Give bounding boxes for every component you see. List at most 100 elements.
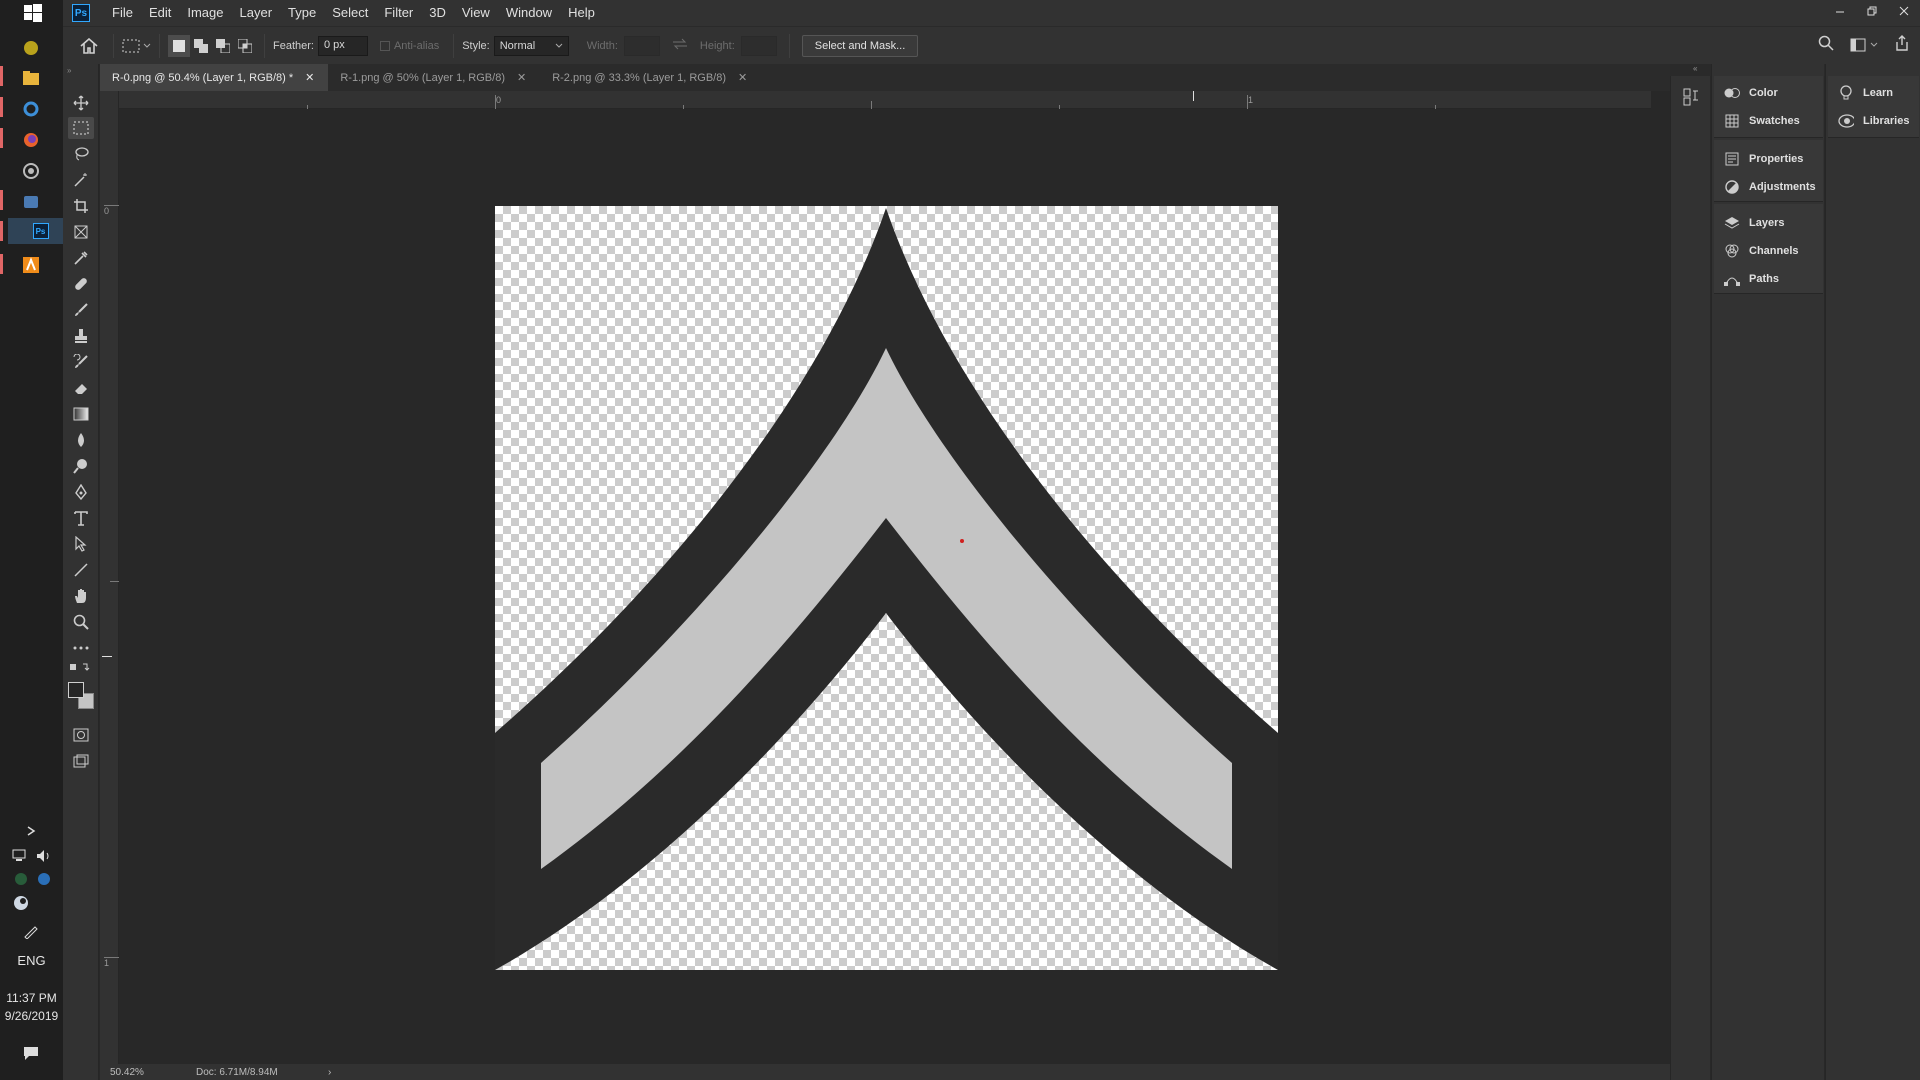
steam-icon[interactable] [8, 890, 34, 916]
panel-properties[interactable]: Properties [1724, 148, 1803, 170]
document-canvas[interactable] [495, 206, 1278, 970]
search-icon[interactable] [1818, 35, 1834, 54]
learn-libraries-column: Learn Libraries [1825, 64, 1920, 1080]
tab-r2[interactable]: R-2.png @ 33.3% (Layer 1, RGB/8) ✕ [540, 64, 762, 91]
panel-layers[interactable]: Layers [1724, 212, 1784, 234]
notification-icon[interactable] [18, 1040, 44, 1066]
line-tool-icon[interactable] [68, 559, 94, 581]
close-icon[interactable]: ✕ [305, 71, 314, 84]
zoom-tool-icon[interactable] [68, 611, 94, 633]
language-indicator[interactable]: ENG [0, 953, 63, 968]
menu-layer[interactable]: Layer [232, 0, 281, 26]
messenger-icon[interactable] [18, 189, 44, 215]
tray-blue-icon[interactable] [31, 866, 57, 892]
tab-r1[interactable]: R-1.png @ 50% (Layer 1, RGB/8) ✕ [328, 64, 541, 91]
style-select[interactable]: Normal [493, 35, 569, 56]
width-input[interactable] [623, 35, 660, 56]
app-icon-yellow[interactable] [18, 35, 44, 61]
illustrator-icon[interactable] [18, 252, 44, 278]
menu-image[interactable]: Image [179, 0, 231, 26]
intersect-selection-icon[interactable] [234, 35, 256, 57]
collapse-panels-icon[interactable]: « [1693, 64, 1697, 73]
close-window-button[interactable] [1888, 0, 1920, 22]
file-explorer-icon[interactable] [18, 65, 44, 91]
height-input[interactable] [740, 35, 777, 56]
quick-mask-icon[interactable] [68, 724, 94, 746]
tool-preset-picker[interactable] [122, 39, 151, 53]
hand-tool-icon[interactable] [68, 585, 94, 607]
chevron-up-icon[interactable] [18, 818, 44, 844]
move-tool-icon[interactable] [68, 92, 94, 114]
menu-window[interactable]: Window [498, 0, 560, 26]
home-icon[interactable] [73, 37, 105, 54]
sync-app-icon[interactable] [18, 96, 44, 122]
rectangular-marquee-tool-icon[interactable] [68, 117, 94, 139]
panel-libraries[interactable]: Libraries [1838, 110, 1909, 132]
more-tools-icon[interactable] [68, 637, 94, 659]
history-brush-tool-icon[interactable] [68, 351, 94, 373]
menu-view[interactable]: View [454, 0, 498, 26]
swap-colors-icon[interactable] [68, 660, 94, 676]
restore-button[interactable] [1856, 0, 1888, 22]
panel-paths[interactable]: Paths [1724, 268, 1779, 290]
panel-channels[interactable]: Channels [1724, 240, 1799, 262]
firefox-icon[interactable] [18, 127, 44, 153]
horizontal-ruler[interactable]: 0 1 [119, 91, 1651, 109]
windows-start-icon[interactable] [20, 0, 46, 26]
pen-icon[interactable] [18, 918, 44, 944]
panel-swatches[interactable]: Swatches [1724, 110, 1800, 132]
foreground-color-swatch[interactable] [68, 682, 84, 698]
zoom-level[interactable]: 50.42% [110, 1067, 196, 1078]
pen-tool-icon[interactable] [68, 481, 94, 503]
gradient-tool-icon[interactable] [68, 403, 94, 425]
panel-learn[interactable]: Learn [1838, 82, 1893, 104]
chevron-right-icon[interactable]: › [328, 1067, 331, 1078]
photoshop-taskbar-icon[interactable]: Ps [8, 218, 63, 244]
history-panel-icon[interactable] [1683, 88, 1699, 111]
clock-time[interactable]: 11:37 PM [0, 991, 63, 1005]
eyedropper-tool-icon[interactable] [68, 247, 94, 269]
type-tool-icon[interactable] [68, 507, 94, 529]
brush-tool-icon[interactable] [68, 299, 94, 321]
eraser-tool-icon[interactable] [68, 377, 94, 399]
new-selection-icon[interactable] [168, 34, 190, 57]
path-selection-tool-icon[interactable] [68, 533, 94, 555]
menu-help[interactable]: Help [560, 0, 603, 26]
share-icon[interactable] [1894, 35, 1910, 54]
blur-tool-icon[interactable] [68, 429, 94, 451]
canvas-area[interactable] [119, 109, 1651, 1064]
menu-filter[interactable]: Filter [376, 0, 421, 26]
antialias-checkbox[interactable]: Anti-alias [379, 40, 445, 52]
clock-date[interactable]: 9/26/2019 [0, 1009, 63, 1023]
close-icon[interactable]: ✕ [517, 71, 526, 84]
chrome-icon[interactable] [18, 158, 44, 184]
swap-dimensions-icon[interactable] [672, 38, 688, 53]
lasso-tool-icon[interactable] [68, 143, 94, 165]
feather-input[interactable]: 0 px [317, 35, 368, 56]
vertical-ruler[interactable]: 0 1 [100, 91, 119, 1064]
clone-stamp-tool-icon[interactable] [68, 325, 94, 347]
menu-3d[interactable]: 3D [421, 0, 454, 26]
workspace-icon[interactable] [1850, 38, 1878, 52]
menu-select[interactable]: Select [324, 0, 376, 26]
panel-dock-strip [1670, 64, 1710, 1080]
collapse-toolbar-icon[interactable]: » [67, 66, 71, 75]
screen-mode-icon[interactable] [68, 750, 94, 772]
select-and-mask-button[interactable]: Select and Mask... [801, 34, 919, 57]
panel-adjustments[interactable]: Adjustments [1724, 176, 1816, 198]
frame-tool-icon[interactable] [68, 221, 94, 243]
subtract-from-selection-icon[interactable] [212, 35, 234, 57]
panel-color[interactable]: Color [1724, 82, 1778, 104]
healing-brush-tool-icon[interactable] [68, 273, 94, 295]
minimize-button[interactable] [1824, 0, 1856, 22]
crop-tool-icon[interactable] [68, 195, 94, 217]
dodge-tool-icon[interactable] [68, 455, 94, 477]
menu-file[interactable]: File [104, 0, 141, 26]
color-swatches[interactable] [68, 682, 94, 710]
add-to-selection-icon[interactable] [190, 35, 212, 57]
menu-edit[interactable]: Edit [141, 0, 179, 26]
tab-r0[interactable]: R-0.png @ 50.4% (Layer 1, RGB/8) * ✕ [100, 64, 329, 91]
close-icon[interactable]: ✕ [738, 71, 747, 84]
menu-type[interactable]: Type [280, 0, 324, 26]
magic-wand-tool-icon[interactable] [68, 169, 94, 191]
